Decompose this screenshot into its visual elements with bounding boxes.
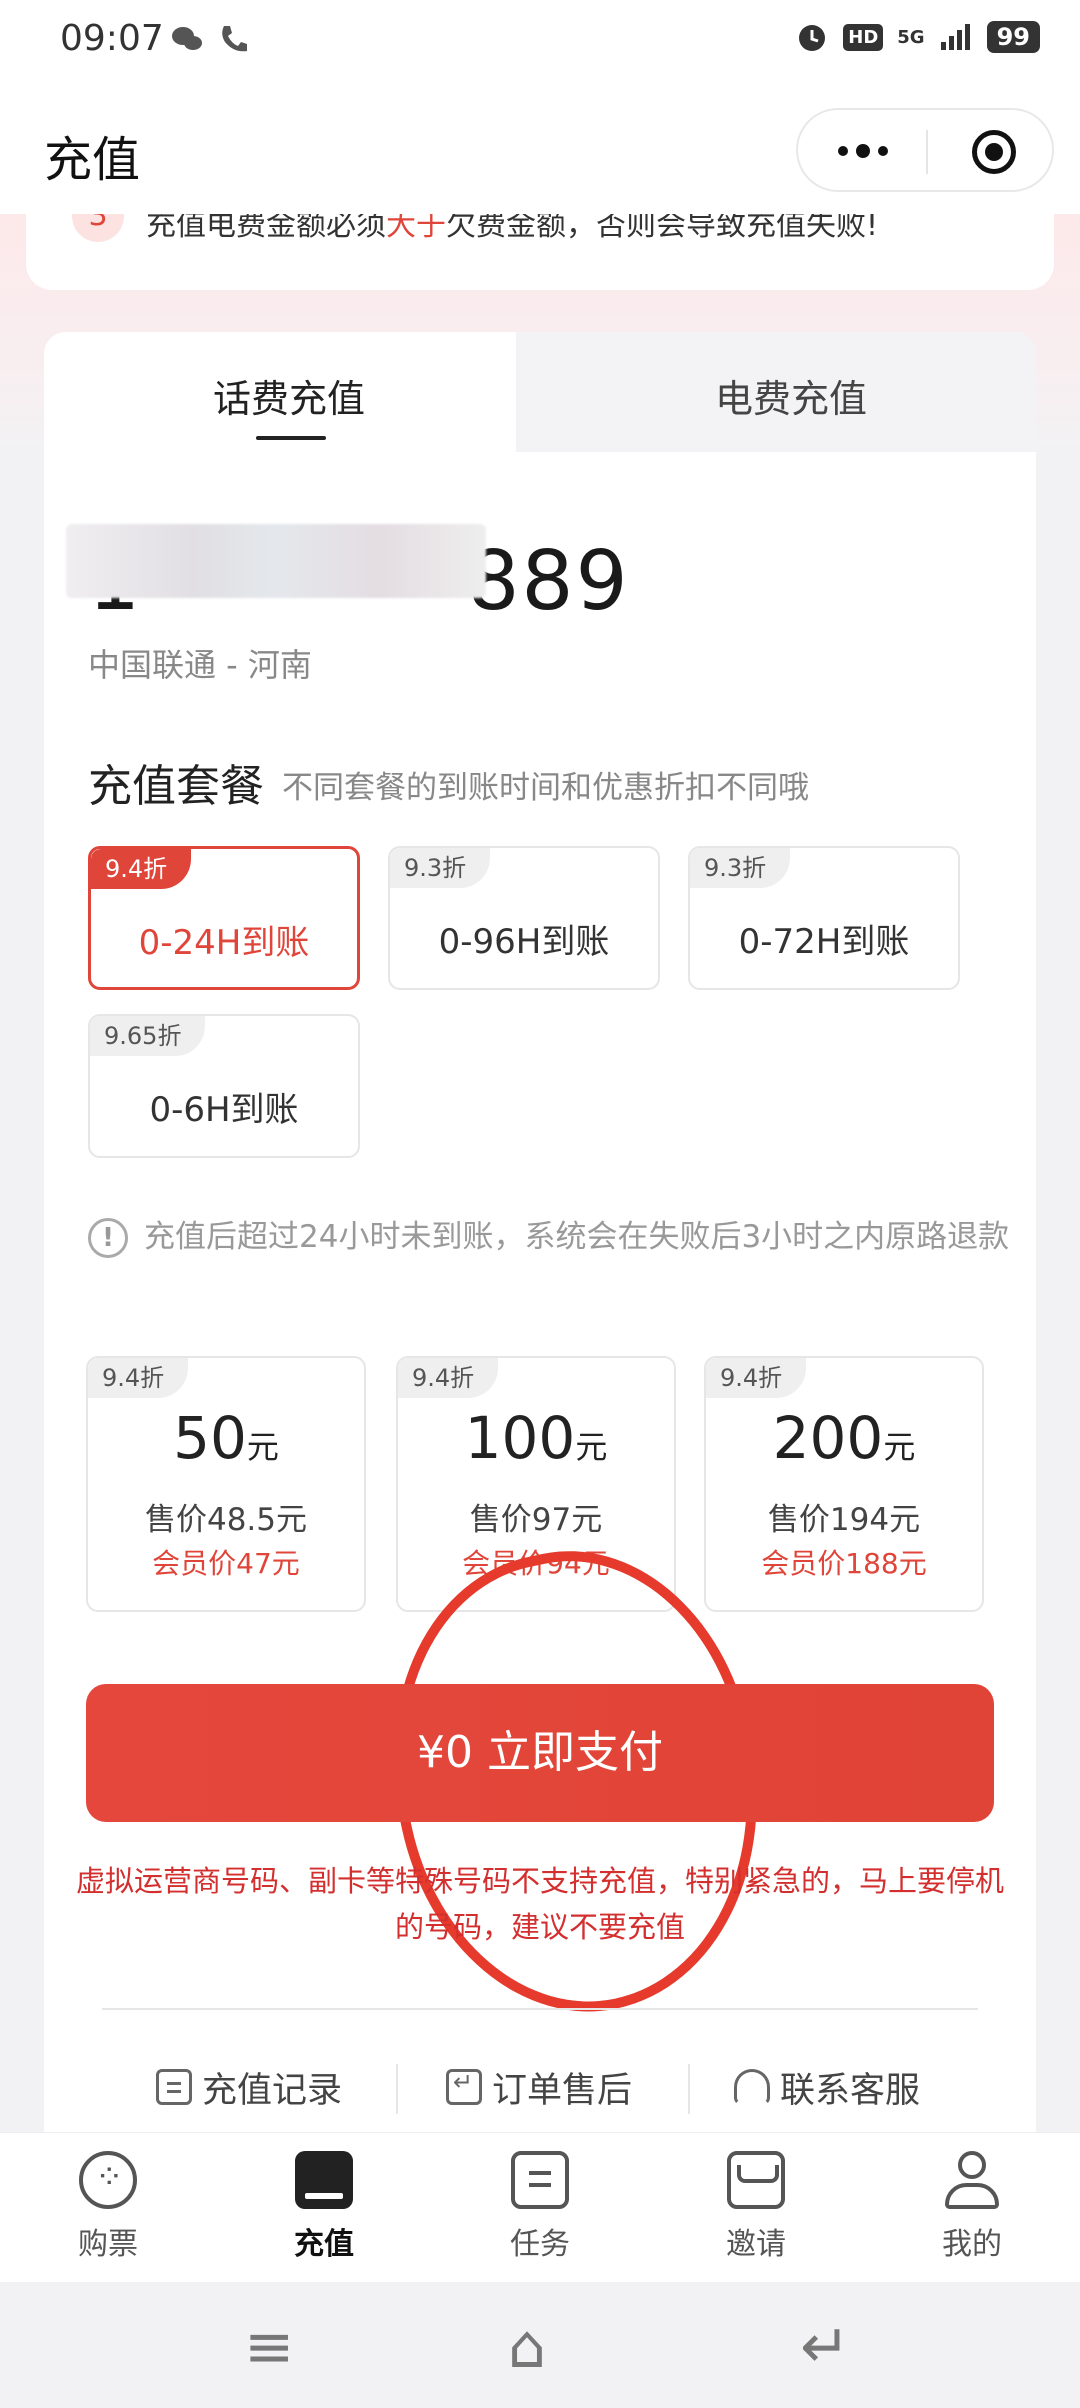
link-label: 联系客服 <box>780 2070 921 2111</box>
amount-option-200[interactable]: 9.4折 200元 售价194元 会员价188元 <box>704 1356 984 1612</box>
amount-value: 100元 <box>464 1404 608 1472</box>
user-icon <box>943 2151 1001 2209</box>
tabbar-item-tasks[interactable]: 任务 <box>460 2151 620 2263</box>
discount-badge: 9.4折 <box>398 1358 499 1398</box>
amount-value: 200元 <box>772 1404 916 1472</box>
notice-card: 3 充值电费金额必须大于欠费金额，否则会导致充值失败! <box>26 214 1054 290</box>
tabbar-label: 充值 <box>294 2227 354 2262</box>
link-label: 订单售后 <box>492 2070 633 2111</box>
plan-option-0-72h[interactable]: 9.3折 0-72H到账 <box>688 846 960 990</box>
recharge-tabs: 电费充值 话费充值 <box>44 332 1036 452</box>
after-sales-link[interactable]: 订单售后 <box>446 2052 632 2122</box>
plan-label: 0-6H到账 <box>149 1090 299 1130</box>
tab-electric[interactable]: 电费充值 <box>516 332 1036 452</box>
system-navigation-bar: ≡ ⌂ ↵ <box>0 2282 1080 2408</box>
battery-level: 99 <box>986 21 1040 53</box>
recharge-icon <box>295 2151 353 2209</box>
member-price: 会员价47元 <box>152 1547 300 1580</box>
link-separator <box>688 2064 690 2114</box>
alarm-icon <box>799 25 826 51</box>
link-label: 充值记录 <box>202 2070 343 2111</box>
sale-price: 售价97元 <box>469 1502 603 1538</box>
recharge-card: 电费充值 话费充值 1888888889 中国联通 - 河南 充值套餐 不同套餐… <box>44 332 1036 2132</box>
refund-tip: 充值后超过24小时未到账，系统会在失败后3小时之内原路退款 <box>144 1219 1010 1255</box>
tabbar-item-recharge[interactable]: 充值 <box>244 2151 404 2263</box>
close-miniprogram-icon[interactable] <box>972 130 1016 174</box>
page-title: 充值 <box>44 132 141 188</box>
recharge-records-link[interactable]: 充值记录 <box>156 2052 342 2122</box>
sale-price: 售价194元 <box>767 1502 921 1538</box>
discount-badge: 9.4折 <box>706 1358 807 1398</box>
wechat-icon <box>172 27 202 50</box>
plan-option-0-96h[interactable]: 9.3折 0-96H到账 <box>388 846 660 990</box>
divider <box>102 2008 978 2010</box>
plan-option-0-24h[interactable]: 9.4折 0-24H到账 <box>88 846 360 990</box>
customer-service-link[interactable]: 联系客服 <box>734 2052 920 2122</box>
discount-badge: 9.3折 <box>690 848 791 888</box>
tabbar-item-me[interactable]: 我的 <box>892 2151 1052 2263</box>
tabbar-item-invite[interactable]: 邀请 <box>676 2151 836 2263</box>
phone-number-mask <box>66 524 486 598</box>
amount-option-50[interactable]: 9.4折 50元 售价48.5元 会员价47元 <box>86 1356 366 1612</box>
film-reel-icon <box>79 2151 137 2209</box>
plan-option-0-6h[interactable]: 9.65折 0-6H到账 <box>88 1014 360 1158</box>
status-right: HD 5G 99 <box>795 20 1040 54</box>
link-separator <box>396 2064 398 2114</box>
plans-subtitle: 不同套餐的到账时间和优惠折扣不同哦 <box>282 770 809 806</box>
headset-icon <box>734 2069 770 2105</box>
member-price: 会员价94元 <box>462 1547 610 1580</box>
tabbar-label: 邀请 <box>726 2227 786 2262</box>
invite-envelope-icon <box>727 2151 785 2209</box>
miniprogram-capsule <box>796 108 1054 192</box>
tab-phone-bill[interactable]: 话费充值 <box>44 368 534 423</box>
amount-option-100[interactable]: 9.4折 100元 售价97元 会员价94元 <box>396 1356 676 1612</box>
discount-badge: 9.65折 <box>90 1016 206 1056</box>
tab-active-indicator <box>256 436 326 440</box>
special-number-warning: 虚拟运营商号码、副卡等特殊号码不支持充值，特别紧急的，马上要停机的号码，建议不要… <box>75 1864 1004 1944</box>
tabbar-label: 我的 <box>942 2227 1002 2262</box>
info-icon: ! <box>88 1218 128 1258</box>
tabbar-label: 任务 <box>510 2227 570 2262</box>
tabbar-label: 购票 <box>78 2227 138 2262</box>
notice-number: 3 <box>72 214 124 242</box>
phone-call-icon <box>222 26 247 52</box>
nav-bar: 充值 <box>0 84 1080 214</box>
amount-value: 50元 <box>173 1404 279 1472</box>
member-price: 会员价188元 <box>761 1547 927 1580</box>
signal-icon <box>940 24 970 50</box>
network-label: 5G <box>897 26 925 48</box>
carrier-label: 中国联通 - 河南 <box>88 646 312 684</box>
hd-badge: HD <box>843 23 884 51</box>
bottom-tab-bar: 购票 充值 任务 邀请 我的 <box>0 2132 1080 2282</box>
task-list-icon <box>511 2151 569 2209</box>
return-icon <box>446 2068 482 2105</box>
plans-title: 充值套餐 <box>88 761 264 812</box>
home-icon[interactable]: ⌂ <box>508 2312 546 2382</box>
document-icon <box>156 2069 192 2105</box>
tabbar-item-tickets[interactable]: 购票 <box>28 2151 188 2263</box>
status-time: 09:07 <box>60 18 164 59</box>
discount-badge: 9.3折 <box>390 848 491 888</box>
back-icon[interactable]: ↵ <box>800 2312 850 2382</box>
footer-links: 充值记录 订单售后 联系客服 <box>44 2052 1036 2122</box>
menu-icon[interactable]: ≡ <box>244 2312 294 2382</box>
plan-label: 0-72H到账 <box>738 922 910 962</box>
discount-badge: 9.4折 <box>91 849 192 889</box>
discount-badge: 9.4折 <box>88 1358 189 1398</box>
sale-price: 售价48.5元 <box>144 1502 308 1538</box>
capsule-divider <box>926 130 928 174</box>
plan-label: 0-96H到账 <box>438 922 610 962</box>
plan-label: 0-24H到账 <box>138 923 310 963</box>
tab-electric-label: 电费充值 <box>714 377 867 421</box>
notice-text: 充值电费金额必须大于欠费金额，否则会导致充值失败! <box>146 214 879 243</box>
more-menu-icon[interactable] <box>838 144 888 158</box>
status-bar: 09:07 HD 5G 99 <box>0 0 1080 84</box>
pay-now-button[interactable]: ¥0 立即支付 <box>86 1684 994 1822</box>
